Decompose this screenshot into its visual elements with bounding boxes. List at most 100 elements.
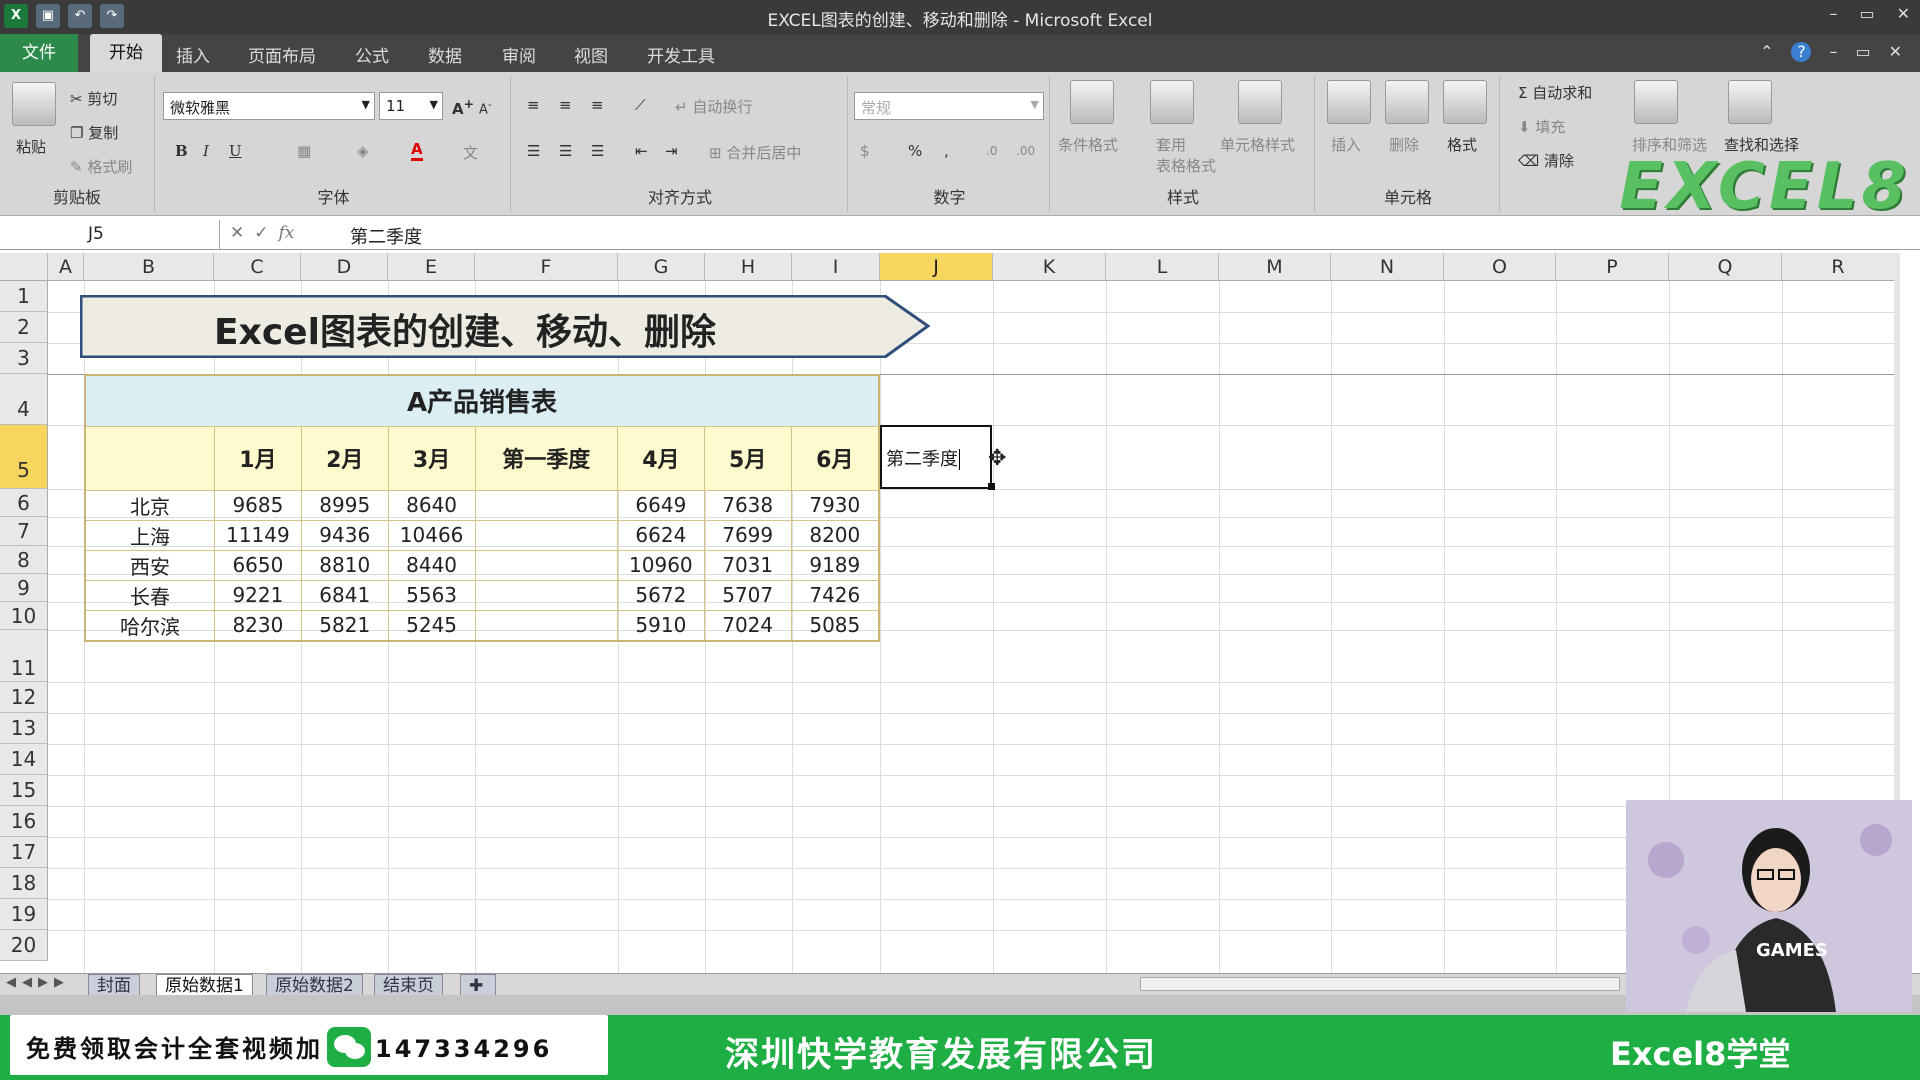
- format-painter-button[interactable]: ✎ 格式刷: [70, 156, 132, 177]
- paste-button[interactable]: 粘贴: [16, 136, 46, 157]
- worksheet-grid[interactable]: A B C D E F G H I J K L M N O P Q R 1 2 …: [0, 253, 1900, 973]
- row-header-8[interactable]: 8: [0, 546, 48, 574]
- value-cell[interactable]: 6624: [616, 519, 705, 551]
- column-header-q[interactable]: Q: [1669, 253, 1782, 281]
- row-header-13[interactable]: 13: [0, 713, 48, 744]
- column-header-r[interactable]: R: [1782, 253, 1895, 281]
- sheet-tab-raw-data-1[interactable]: 原始数据1: [156, 974, 253, 996]
- column-header-i[interactable]: I: [792, 253, 880, 281]
- value-cell[interactable]: 9436: [300, 519, 389, 551]
- autosum-button[interactable]: Σ 自动求和: [1518, 82, 1592, 103]
- paste-icon[interactable]: [12, 82, 56, 126]
- value-cell[interactable]: 11149: [213, 519, 302, 551]
- close-button[interactable]: ✕: [1897, 4, 1910, 23]
- font-color-icon[interactable]: A: [411, 140, 423, 161]
- column-header-p[interactable]: P: [1556, 253, 1669, 281]
- row-header-10[interactable]: 10: [0, 602, 48, 630]
- column-header-c[interactable]: C: [214, 253, 301, 281]
- font-size-select[interactable]: 11 ▼: [379, 92, 443, 120]
- value-cell[interactable]: 8200: [790, 519, 880, 551]
- minimize-workbook-icon[interactable]: –: [1829, 42, 1837, 62]
- value-cell[interactable]: 5821: [300, 609, 389, 641]
- row-header-2[interactable]: 2: [0, 312, 48, 343]
- row-header-16[interactable]: 16: [0, 806, 48, 837]
- column-header-j[interactable]: J: [880, 253, 993, 281]
- row-header-6[interactable]: 6: [0, 489, 48, 517]
- value-cell[interactable]: [474, 519, 618, 551]
- increase-decimal-icon[interactable]: .0: [986, 144, 997, 158]
- sheet-tab-end[interactable]: 结束页: [374, 974, 443, 996]
- row-header-9[interactable]: 9: [0, 574, 48, 602]
- row-header-14[interactable]: 14: [0, 744, 48, 775]
- value-cell[interactable]: 7930: [790, 489, 880, 521]
- city-cell[interactable]: 哈尔滨: [84, 609, 215, 641]
- column-header-e[interactable]: E: [388, 253, 475, 281]
- tab-page-layout[interactable]: 页面布局: [248, 42, 316, 67]
- align-right-icon[interactable]: ☰: [591, 142, 604, 160]
- value-cell[interactable]: [474, 489, 618, 521]
- name-box[interactable]: J5: [0, 220, 220, 249]
- restore-button[interactable]: ▭: [1859, 4, 1874, 23]
- column-header-d[interactable]: D: [301, 253, 388, 281]
- number-format-select[interactable]: 常规 ▼: [854, 92, 1044, 120]
- column-header-f[interactable]: F: [475, 253, 618, 281]
- value-cell[interactable]: 9189: [790, 549, 880, 581]
- tab-view[interactable]: 视图: [574, 42, 608, 67]
- value-cell[interactable]: 8230: [213, 609, 302, 641]
- row-header-20[interactable]: 20: [0, 930, 48, 961]
- city-cell[interactable]: 西安: [84, 549, 215, 581]
- value-cell[interactable]: 10466: [387, 519, 476, 551]
- insert-sheet-icon[interactable]: ✚: [460, 974, 496, 996]
- tab-review[interactable]: 审阅: [502, 42, 536, 67]
- value-cell[interactable]: 5085: [790, 609, 880, 641]
- value-cell[interactable]: 9685: [213, 489, 302, 521]
- insert-cells-button[interactable]: 插入: [1331, 134, 1361, 155]
- city-cell[interactable]: 上海: [84, 519, 215, 551]
- horizontal-scrollbar[interactable]: [1140, 977, 1620, 991]
- column-header-o[interactable]: O: [1444, 253, 1556, 281]
- value-cell[interactable]: 6841: [300, 579, 389, 611]
- help-icon[interactable]: ?: [1791, 42, 1812, 62]
- active-cell-j5[interactable]: 第二季度: [880, 425, 992, 489]
- tab-insert[interactable]: 插入: [176, 42, 210, 67]
- value-cell[interactable]: 7638: [703, 489, 792, 521]
- value-cell[interactable]: 6649: [616, 489, 705, 521]
- orientation-icon[interactable]: ⟋: [635, 96, 646, 114]
- sheet-tab-cover[interactable]: 封面: [88, 974, 140, 996]
- sheet-nav-arrows-icon[interactable]: ◀◀▶▶: [6, 975, 70, 990]
- copy-button[interactable]: ❐ 复制: [70, 122, 118, 143]
- value-cell[interactable]: 7024: [703, 609, 792, 641]
- tab-file[interactable]: 文件: [0, 34, 78, 72]
- row-header-5[interactable]: 5: [0, 425, 48, 489]
- clear-button[interactable]: ⌫ 清除: [1518, 150, 1574, 171]
- border-icon[interactable]: ▦: [297, 142, 311, 160]
- value-cell[interactable]: [474, 549, 618, 581]
- cut-button[interactable]: ✂ 剪切: [70, 88, 117, 109]
- row-header-19[interactable]: 19: [0, 899, 48, 930]
- close-workbook-icon[interactable]: ✕: [1889, 42, 1902, 62]
- italic-button[interactable]: I: [203, 142, 209, 160]
- align-left-icon[interactable]: ☰: [527, 142, 540, 160]
- value-cell[interactable]: 8640: [387, 489, 476, 521]
- fill-button[interactable]: ⬇ 填充: [1518, 116, 1565, 137]
- increase-indent-icon[interactable]: ⇥: [665, 142, 678, 160]
- value-cell[interactable]: 10960: [616, 549, 705, 581]
- row-header-11[interactable]: 11: [0, 630, 48, 682]
- fill-color-icon[interactable]: ◈: [357, 142, 369, 160]
- align-bottom-icon[interactable]: ≡: [591, 96, 604, 114]
- column-header-k[interactable]: K: [993, 253, 1106, 281]
- column-header-g[interactable]: G: [618, 253, 705, 281]
- select-all-corner[interactable]: [0, 253, 48, 281]
- minimize-button[interactable]: –: [1829, 4, 1837, 23]
- confirm-entry-icon[interactable]: ✓: [254, 223, 268, 243]
- value-cell[interactable]: [474, 609, 618, 641]
- value-cell[interactable]: 7426: [790, 579, 880, 611]
- decrease-decimal-icon[interactable]: .00: [1016, 144, 1035, 158]
- column-header-b[interactable]: B: [84, 253, 214, 281]
- cell-styles-button[interactable]: 单元格样式: [1220, 134, 1295, 155]
- conditional-format-button[interactable]: 条件格式: [1058, 134, 1118, 155]
- value-cell[interactable]: 6650: [213, 549, 302, 581]
- tab-data[interactable]: 数据: [428, 42, 462, 67]
- underline-button[interactable]: U: [229, 142, 242, 160]
- font-name-select[interactable]: 微软雅黑 ▼: [163, 92, 375, 120]
